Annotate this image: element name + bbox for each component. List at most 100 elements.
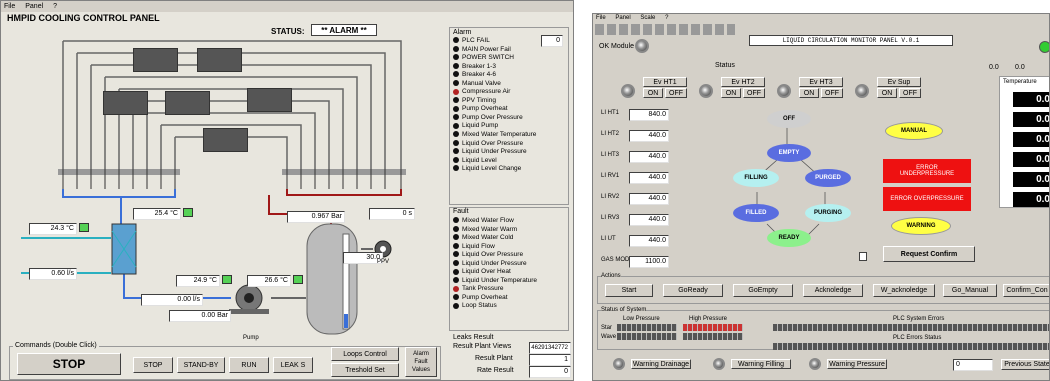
action-confirm-con-button[interactable]: Confirm_Con (1003, 284, 1049, 297)
fault-indicator-icon (453, 302, 459, 309)
alarm-fault-values-button[interactable]: Alarm Fault Values (405, 347, 437, 377)
menu-panel[interactable]: Panel (25, 3, 43, 10)
alarm-text: Compressure Air (462, 88, 511, 96)
fault-item: Tank Pressure (453, 285, 537, 294)
plc-errors-label: PLC System Errors (893, 316, 945, 322)
ev-sup-on-button[interactable]: ON (877, 88, 897, 98)
fault-text: Mixed Water Cold (462, 234, 514, 242)
menu-help[interactable]: ? (53, 3, 57, 10)
action-acknoledge-button[interactable]: Acknoledge (803, 284, 863, 297)
fault-indicator-icon (453, 260, 459, 267)
ev-ht2-on-button[interactable]: ON (721, 88, 741, 98)
row-wave-label: Wave (601, 334, 617, 340)
action-start-button[interactable]: Start (605, 284, 653, 297)
ev-ht3-on-button[interactable]: ON (799, 88, 819, 98)
alarm-text: Pump Over Pressure (462, 113, 523, 121)
small-toggle[interactable] (859, 252, 867, 261)
alarm-item: Liquid Over Pressure (453, 140, 536, 149)
ev-ht1-on-button[interactable]: ON (643, 88, 663, 98)
alarm-text: Liquid Level (462, 156, 497, 164)
fault-item: Liquid Under Pressure (453, 260, 537, 269)
ev-sup-led (855, 84, 869, 98)
action-goempty-button[interactable]: GoEmpty (733, 284, 793, 297)
request-confirm-button[interactable]: Request Confirm (883, 246, 975, 262)
fault-indicator-icon (453, 294, 459, 301)
run-button[interactable]: RUN (229, 357, 269, 373)
level-label: LI HT2 (601, 131, 620, 137)
leaks-button[interactable]: LEAK S (273, 357, 313, 373)
right-menu-help[interactable]: ? (665, 15, 668, 21)
level-value: 440.0 (629, 130, 669, 142)
stop-big-button[interactable]: STOP (17, 353, 121, 375)
fault-item: Liquid Over Heat (453, 268, 537, 277)
temp-1-led (183, 208, 193, 217)
fault-indicator-icon (453, 268, 459, 275)
level-label: LI HT1 (601, 110, 620, 116)
fault-item: Mixed Water Warm (453, 226, 537, 235)
action-w-acknoledge-button[interactable]: W_acknoledge (873, 284, 935, 297)
stop-button[interactable]: STOP (133, 357, 173, 373)
standby-button[interactable]: STAND-BY (177, 357, 225, 373)
level-label: LI UT (601, 236, 616, 242)
previous-state-button[interactable]: Previous State (1001, 359, 1049, 370)
right-menu-file[interactable]: File (596, 15, 606, 21)
warning-pressure-led (809, 358, 821, 370)
alarm-indicator-icon (453, 80, 459, 87)
fault-header: Fault (453, 208, 469, 215)
alarm-indicator-icon (453, 105, 459, 112)
right-menu-panel[interactable]: Panel (615, 15, 630, 21)
ppv-time-reading: 0 s (369, 208, 415, 220)
leaks-row-1-label: Result Plant Views (453, 343, 512, 350)
temp-2-led (79, 223, 89, 232)
loops-control-button[interactable]: Loops Control (331, 347, 399, 361)
alarm-item: Liquid Pump (453, 122, 536, 131)
alarm-text: Pump Overheat (462, 105, 508, 113)
level-value: 440.0 (629, 193, 669, 205)
alarm-text: Liquid Under Pressure (462, 148, 527, 156)
right-menu-scale[interactable]: Scale (640, 15, 655, 21)
alarm-text: POWER SWITCH (462, 54, 514, 62)
state-empty: EMPTY (767, 144, 811, 162)
actions-label: Actions (601, 273, 621, 279)
fault-text: Liquid Under Temperature (462, 276, 538, 284)
tank-1 (133, 48, 178, 72)
level-value: 1100.0 (629, 256, 669, 268)
fault-indicator-icon (453, 242, 459, 249)
fault-indicator-icon (453, 225, 459, 232)
flow-reading-2: 0.00 l/s (141, 294, 203, 306)
ev-ht3-label: Ev HT3 (799, 77, 843, 87)
alarm-item: Manual Valve (453, 80, 536, 89)
fault-text: Tank Pressure (462, 285, 504, 293)
fault-item: Loop Status (453, 302, 537, 311)
temp-block-3: 0.0 (1013, 132, 1049, 147)
ev-ht3-off-button[interactable]: OFF (821, 88, 843, 98)
alarm-text: Liquid Pump (462, 122, 499, 130)
fault-item: Mixed Water Flow (453, 217, 537, 226)
level-value: 440.0 (629, 235, 669, 247)
status-label-right: Status (715, 62, 735, 69)
alarm-text: PPV Timing (462, 96, 496, 104)
fault-indicator-icon (453, 277, 459, 284)
ev-ht2-off-button[interactable]: OFF (743, 88, 765, 98)
ev-sup-off-button[interactable]: OFF (899, 88, 921, 98)
menu-bar: File Panel ? (1, 1, 573, 12)
status-system-label: Status of System (601, 307, 647, 313)
error-overpressure-text: ERROR OVERPRESSURE (890, 196, 964, 202)
pressure-reading-1: 0.00 Bar (169, 310, 231, 322)
level-label: LI RV3 (601, 215, 620, 221)
level-label: LI RV2 (601, 194, 620, 200)
fault-item: Liquid Flow (453, 243, 537, 252)
alarm-counter: 0 (541, 35, 563, 47)
leaks-row-3-label: Rate Result (477, 367, 514, 374)
alarm-text: Liquid Level Change (462, 165, 522, 173)
alarm-indicator-icon (453, 165, 459, 172)
tank-5 (247, 88, 292, 112)
treshold-set-button[interactable]: Treshold Set (331, 363, 399, 377)
state-field[interactable]: 0 (953, 359, 993, 371)
ev-ht1-off-button[interactable]: OFF (665, 88, 687, 98)
fault-item: Liquid Under Temperature (453, 277, 537, 286)
action-goready-button[interactable]: GoReady (663, 284, 723, 297)
right-panel-title: LIQUID CIRCULATION MONITOR PANEL V.0.1 (749, 35, 953, 46)
menu-file[interactable]: File (4, 3, 15, 10)
action-go-manual-button[interactable]: Go_Manual (943, 284, 997, 297)
